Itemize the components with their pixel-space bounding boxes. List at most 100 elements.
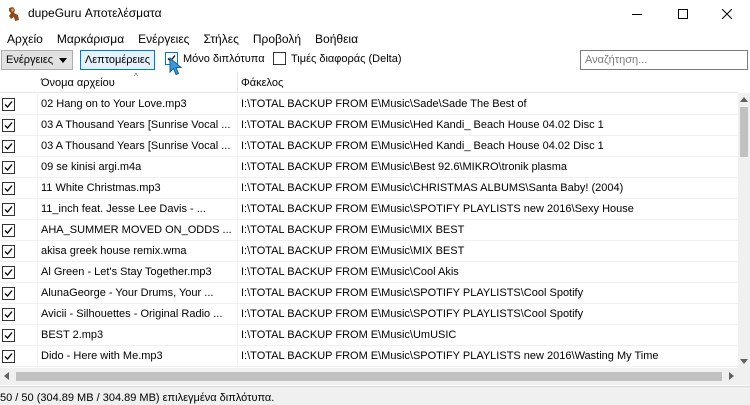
- menu-help[interactable]: Βοήθεια: [308, 29, 365, 49]
- row-checkbox[interactable]: [2, 119, 15, 132]
- row-checkbox[interactable]: [2, 266, 15, 279]
- column-gridline: [237, 304, 238, 325]
- folder-cell[interactable]: I:\TOTAL BACKUP FROM E\Music\Cool Akis: [241, 262, 736, 283]
- scrollbar-corner: [738, 368, 750, 385]
- filename-cell[interactable]: Dido - Here with Me.mp3: [41, 346, 235, 367]
- row-checkbox[interactable]: [2, 329, 15, 342]
- dupeguru-app-icon: [9, 7, 19, 21]
- folder-cell[interactable]: I:\TOTAL BACKUP FROM E\Music\SPOTIFY PLA…: [241, 283, 736, 304]
- minimize-button[interactable]: [614, 0, 660, 28]
- column-gridline: [237, 325, 238, 346]
- column-header-filename[interactable]: Όνομα αρχείου: [38, 72, 238, 93]
- filename-cell[interactable]: akisa greek house remix.wma: [41, 241, 235, 262]
- menu-columns[interactable]: Στήλες: [196, 29, 245, 49]
- folder-cell[interactable]: I:\TOTAL BACKUP FROM E\Music\Hed Kandi_ …: [241, 115, 736, 136]
- filename-cell[interactable]: 11_inch feat. Jesse Lee Davis - ...: [41, 199, 235, 220]
- row-checkbox[interactable]: [2, 203, 15, 216]
- row-checkbox[interactable]: [2, 308, 15, 321]
- table-row[interactable]: 02 Hang on to Your Love.mp3 I:\TOTAL BACK…: [0, 94, 738, 115]
- filename-cell[interactable]: Avicii - Silhouettes - Original Radio ..…: [41, 304, 235, 325]
- column-gridline: [37, 199, 38, 220]
- table-row[interactable]: AlunaGeorge - Your Drums, Your ... I:\TOT…: [0, 283, 738, 304]
- scroll-up-icon[interactable]: [740, 97, 748, 102]
- dropdown-arrow-icon: [59, 58, 67, 63]
- table-row[interactable]: 03 A Thousand Years [Sunrise Vocal ... I:…: [0, 115, 738, 136]
- vertical-scroll-thumb[interactable]: [740, 107, 748, 157]
- filename-cell[interactable]: 03 A Thousand Years [Sunrise Vocal ...: [41, 115, 235, 136]
- details-button[interactable]: Λεπτομέρειες: [80, 50, 155, 70]
- column-gridline: [237, 94, 238, 115]
- delta-values-toggle[interactable]: Τιμές διαφοράς (Delta): [273, 52, 402, 65]
- row-checkbox[interactable]: [2, 140, 15, 153]
- row-checkbox[interactable]: [2, 224, 15, 237]
- horizontal-scroll-thumb[interactable]: [16, 372, 722, 381]
- scroll-left-icon[interactable]: [4, 372, 9, 380]
- column-gridline: [237, 241, 238, 262]
- checkmark-icon: [4, 206, 13, 213]
- scroll-right-icon[interactable]: [729, 372, 734, 380]
- horizontal-scrollbar[interactable]: [0, 368, 738, 385]
- table-row[interactable]: 03 A Thousand Years [Sunrise Vocal ... I:…: [0, 136, 738, 157]
- table-row[interactable]: BEST 2.mp3 I:\TOTAL BACKUP FROM E\Music\U…: [0, 325, 738, 346]
- folder-cell[interactable]: I:\TOTAL BACKUP FROM E\Music\MIX BEST: [241, 220, 736, 241]
- row-checkbox[interactable]: [2, 98, 15, 111]
- checkmark-icon: [4, 164, 13, 171]
- row-checkbox[interactable]: [2, 182, 15, 195]
- filename-cell[interactable]: 09 se kinisi argi.m4a: [41, 157, 235, 178]
- close-button[interactable]: [704, 0, 750, 28]
- vertical-scrollbar[interactable]: [738, 93, 750, 368]
- table-row[interactable]: Dido - Here with Me.mp3 I:\TOTAL BACKUP F…: [0, 346, 738, 367]
- table-row[interactable]: 11_inch feat. Jesse Lee Davis - ... I:\TO…: [0, 199, 738, 220]
- folder-cell[interactable]: I:\TOTAL BACKUP FROM E\Music\Best 92.6\M…: [241, 157, 736, 178]
- checkmark-icon: [4, 353, 13, 360]
- table-row[interactable]: Al Green - Let's Stay Together.mp3 I:\TOT…: [0, 262, 738, 283]
- folder-cell[interactable]: I:\TOTAL BACKUP FROM E\Music\SPOTIFY PLA…: [241, 346, 736, 367]
- checkmark-icon: [4, 101, 13, 108]
- folder-cell[interactable]: I:\TOTAL BACKUP FROM E\Music\UmUSIC: [241, 325, 736, 346]
- filename-cell[interactable]: 11 White Christmas.mp3: [41, 178, 235, 199]
- menu-mark[interactable]: Μαρκάρισμα: [50, 29, 131, 49]
- only-duplicates-label: Μόνο διπλότυπα: [183, 52, 265, 65]
- checkmark-icon: [4, 290, 13, 297]
- title-bar[interactable]: dupeGuru Αποτελέσματα: [0, 0, 750, 28]
- scroll-down-icon[interactable]: [740, 359, 748, 364]
- row-checkbox[interactable]: [2, 245, 15, 258]
- menu-actions[interactable]: Ενέργειες: [131, 29, 196, 49]
- toolbar: Ενέργειες Λεπτομέρειες Μόνο διπλότυπα Τι…: [0, 49, 750, 72]
- filename-cell[interactable]: BEST 2.mp3: [41, 325, 235, 346]
- filename-cell[interactable]: AHA_SUMMER MOVED ON_ODDS ...: [41, 220, 235, 241]
- filename-cell[interactable]: 02 Hang on to Your Love.mp3: [41, 94, 235, 115]
- folder-cell[interactable]: I:\TOTAL BACKUP FROM E\Music\CHRISTMAS A…: [241, 178, 736, 199]
- row-checkbox[interactable]: [2, 161, 15, 174]
- column-gridline: [237, 262, 238, 283]
- table-row[interactable]: 11 White Christmas.mp3 I:\TOTAL BACKUP FR…: [0, 178, 738, 199]
- search-input[interactable]: Αναζήτηση...: [580, 50, 748, 70]
- delta-values-checkbox[interactable]: [273, 52, 286, 65]
- folder-cell[interactable]: I:\TOTAL BACKUP FROM E\Music\SPOTIFY PLA…: [241, 199, 736, 220]
- menu-file[interactable]: Αρχείο: [0, 29, 50, 49]
- checkmark-icon: [4, 122, 13, 129]
- actions-dropdown-button[interactable]: Ενέργειες: [1, 50, 73, 70]
- table-row[interactable]: 09 se kinisi argi.m4a I:\TOTAL BACKUP FRO…: [0, 157, 738, 178]
- maximize-button[interactable]: [660, 0, 706, 28]
- column-gridline: [37, 346, 38, 367]
- column-gridline: [237, 136, 238, 157]
- table-row[interactable]: akisa greek house remix.wma I:\TOTAL BACK…: [0, 241, 738, 262]
- row-checkbox[interactable]: [2, 287, 15, 300]
- table-row[interactable]: AHA_SUMMER MOVED ON_ODDS ... I:\TOTAL BAC…: [0, 220, 738, 241]
- checkmark-icon: [4, 332, 13, 339]
- column-header-folder[interactable]: Φάκελος: [238, 72, 736, 93]
- folder-cell[interactable]: I:\TOTAL BACKUP FROM E\Music\MIX BEST: [241, 241, 736, 262]
- folder-cell[interactable]: I:\TOTAL BACKUP FROM E\Music\SPOTIFY PLA…: [241, 304, 736, 325]
- column-gridline: [237, 346, 238, 367]
- filename-cell[interactable]: AlunaGeorge - Your Drums, Your ...: [41, 283, 235, 304]
- table-row[interactable]: Avicii - Silhouettes - Original Radio ..…: [0, 304, 738, 325]
- filename-cell[interactable]: 03 A Thousand Years [Sunrise Vocal ...: [41, 136, 235, 157]
- folder-cell[interactable]: I:\TOTAL BACKUP FROM E\Music\Sade\Sade T…: [241, 94, 736, 115]
- row-checkbox[interactable]: [2, 350, 15, 363]
- column-gridline: [37, 94, 38, 115]
- folder-cell[interactable]: I:\TOTAL BACKUP FROM E\Music\Hed Kandi_ …: [241, 136, 736, 157]
- column-gridline: [237, 178, 238, 199]
- filename-cell[interactable]: Al Green - Let's Stay Together.mp3: [41, 262, 235, 283]
- menu-view[interactable]: Προβολή: [246, 29, 308, 49]
